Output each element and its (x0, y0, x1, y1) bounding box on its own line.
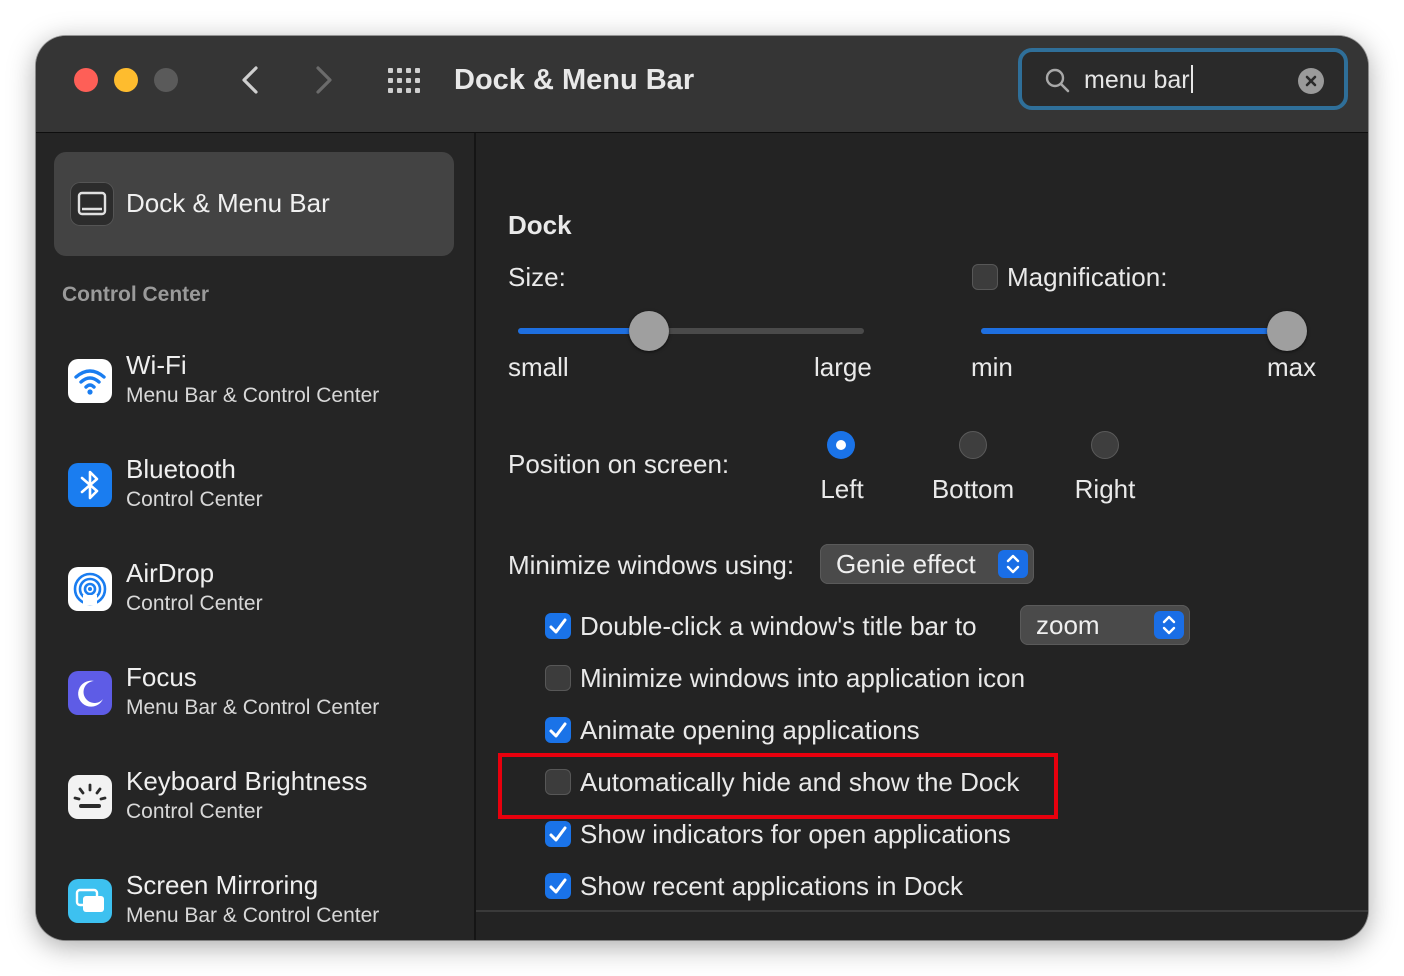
bluetooth-icon (68, 463, 112, 507)
sidebar-item-focus[interactable]: Focus Menu Bar & Control Center (54, 657, 464, 747)
magnification-slider[interactable] (981, 311, 1307, 351)
popup-value: Genie effect (836, 549, 976, 579)
show-indicators-label: Show indicators for open applications (580, 819, 1011, 849)
minimize-into-icon-label: Minimize windows into application icon (580, 663, 1026, 693)
search-input[interactable]: menu bar (1084, 65, 1193, 95)
sidebar-item-subtitle: Control Center (126, 488, 263, 511)
position-left-radio[interactable] (827, 431, 855, 459)
magnification-max-label: max (1267, 352, 1317, 382)
window-title: Dock & Menu Bar (454, 64, 695, 96)
section-heading: Dock (508, 210, 572, 240)
annotation-highlight-box (498, 753, 1058, 819)
magnification-checkbox[interactable] (972, 264, 998, 290)
show-all-button[interactable] (386, 66, 424, 96)
sidebar-item-dock-menu-bar[interactable]: Dock & Menu Bar (54, 152, 454, 256)
position-left-label: Left (820, 474, 864, 504)
sidebar-item-screen-mirroring[interactable]: Screen Mirroring Menu Bar & Control Cent… (54, 865, 464, 940)
checkmark-icon (549, 722, 567, 738)
minimize-window-button[interactable] (114, 68, 138, 92)
sidebar-item-label: Dock & Menu Bar (126, 188, 330, 218)
airdrop-icon (68, 567, 112, 611)
show-recent-apps-label: Show recent applications in Dock (580, 871, 963, 901)
chevron-up-down-icon (1154, 611, 1184, 639)
position-bottom-label: Bottom (931, 474, 1015, 504)
show-indicators-checkbox[interactable] (545, 821, 571, 847)
sidebar-item-title: Bluetooth (126, 454, 236, 484)
search-icon (1045, 68, 1070, 93)
checkmark-icon (549, 878, 567, 894)
keyboard-brightness-icon (68, 775, 112, 819)
sidebar-item-title: Screen Mirroring (126, 870, 319, 900)
sidebar-item-airdrop[interactable]: AirDrop Control Center (54, 553, 464, 643)
minimize-effect-popup[interactable]: Genie effect (820, 544, 1034, 584)
sidebar: Dock & Menu Bar Control Center Wi-Fi Men… (36, 133, 476, 940)
screen-mirroring-icon (68, 879, 112, 923)
size-max-label: large (814, 352, 872, 382)
position-right-label: Right (1074, 474, 1136, 504)
moon-icon (68, 671, 112, 715)
grid-icon (388, 68, 420, 93)
sidebar-item-title: Wi-Fi (126, 350, 187, 380)
sidebar-item-subtitle: Menu Bar & Control Center (126, 904, 380, 927)
position-bottom-radio[interactable] (959, 431, 987, 459)
sidebar-item-subtitle: Control Center (126, 592, 263, 615)
magnification-min-label: min (971, 352, 1013, 382)
section-header: Control Center (62, 283, 209, 306)
checkmark-icon (549, 826, 567, 842)
wifi-icon (68, 359, 112, 403)
double-click-label: Double-click a window's title bar to (580, 611, 977, 641)
chevron-up-down-icon (998, 550, 1028, 578)
back-button[interactable] (230, 60, 270, 100)
minimize-using-label: Minimize windows using: (508, 550, 795, 580)
sidebar-item-title: Focus (126, 662, 197, 692)
sidebar-item-wifi[interactable]: Wi-Fi Menu Bar & Control Center (54, 345, 464, 435)
animate-opening-checkbox[interactable] (545, 717, 571, 743)
section-divider (476, 910, 1368, 912)
search-field[interactable]: menu bar (1018, 48, 1348, 110)
sidebar-item-title: Keyboard Brightness (126, 766, 368, 796)
popup-value: zoom (1036, 610, 1100, 640)
size-slider-knob[interactable] (629, 311, 669, 351)
show-recent-apps-checkbox[interactable] (545, 873, 571, 899)
dock-settings-pane: Dock Size: small large Magnification: mi… (476, 133, 1368, 940)
sidebar-item-subtitle: Menu Bar & Control Center (126, 384, 380, 407)
size-slider[interactable] (518, 311, 864, 351)
magnification-label: Magnification: (1007, 262, 1168, 292)
minimize-into-icon-checkbox[interactable] (545, 665, 571, 691)
sidebar-item-keyboard-brightness[interactable]: Keyboard Brightness Control Center (54, 761, 464, 851)
size-min-label: small (508, 352, 569, 382)
close-window-button[interactable] (74, 68, 98, 92)
close-icon (1305, 75, 1317, 87)
settings-window: Dock & Menu Bar menu bar Dock & Menu Bar… (36, 36, 1368, 940)
sidebar-item-bluetooth[interactable]: Bluetooth Control Center (54, 449, 464, 539)
position-right-radio[interactable] (1091, 431, 1119, 459)
sidebar-item-title: AirDrop (126, 558, 215, 588)
forward-button[interactable] (304, 60, 344, 100)
zoom-window-button[interactable] (154, 68, 178, 92)
sidebar-item-subtitle: Control Center (126, 800, 263, 823)
checkmark-icon (549, 618, 567, 634)
magnification-slider-knob[interactable] (1267, 311, 1307, 351)
animate-opening-label: Animate opening applications (580, 715, 920, 745)
chevron-left-icon (242, 66, 258, 94)
chevron-right-icon (316, 66, 332, 94)
magnification-slider-fill (981, 328, 1287, 334)
title-bar: Dock & Menu Bar menu bar (36, 36, 1368, 133)
size-label: Size: (508, 262, 566, 292)
position-label: Position on screen: (508, 449, 730, 479)
dock-menubar-icon (70, 182, 114, 226)
double-click-action-popup[interactable]: zoom (1020, 605, 1190, 645)
double-click-checkbox[interactable] (545, 613, 571, 639)
sidebar-item-subtitle: Menu Bar & Control Center (126, 696, 380, 719)
clear-search-button[interactable] (1298, 68, 1324, 94)
